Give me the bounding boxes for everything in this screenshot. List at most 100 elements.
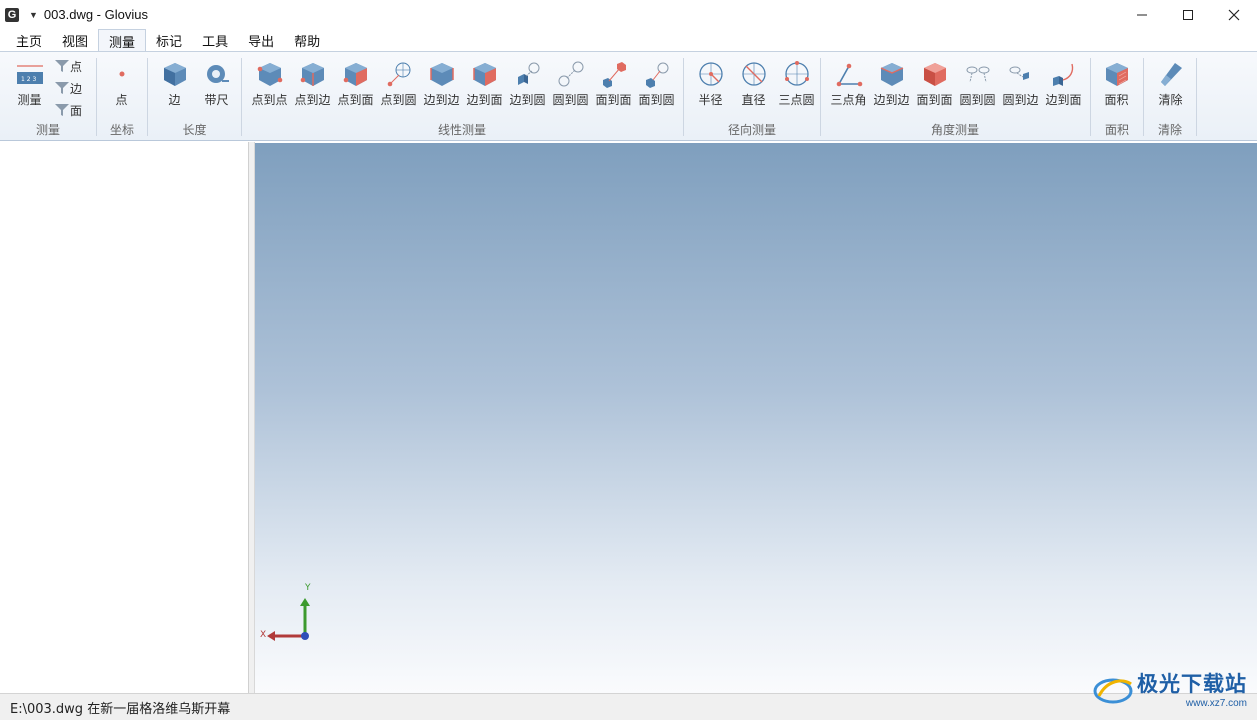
cube-icon	[880, 63, 903, 86]
model-tree-panel[interactable]	[0, 142, 249, 693]
point-to-edge-button[interactable]: 点到边	[291, 58, 334, 114]
close-button[interactable]	[1211, 0, 1257, 29]
maximize-button[interactable]	[1165, 0, 1211, 29]
angle-edge-to-edge-button[interactable]: 边到边	[870, 58, 913, 114]
axis-x-label: X	[260, 630, 266, 640]
diameter-button[interactable]: 直径	[732, 58, 775, 114]
tab-markup[interactable]: 标记	[146, 29, 192, 51]
group-label: 测量	[35, 123, 60, 137]
point-circle-icon	[387, 62, 410, 87]
angle-edge-to-face-button[interactable]: 边到面	[1042, 58, 1085, 114]
tape-measure-button[interactable]: 带尺	[195, 58, 238, 114]
group-angle: 三点角 边到边 面到面 圆到圆 圆到边 边到面 角度测量	[821, 52, 1089, 141]
group-label: 面积	[1104, 123, 1129, 137]
tape-measure-icon	[206, 65, 229, 83]
tab-help[interactable]: 帮助	[284, 29, 330, 51]
point-to-point-button[interactable]: 点到点	[248, 58, 291, 114]
watermark-title: 极光下载站	[1137, 672, 1247, 696]
tab-view[interactable]: 视图	[52, 29, 98, 51]
face-circle-icon	[645, 62, 668, 88]
three-point-circle-button[interactable]: 三点圆	[775, 58, 818, 114]
clear-button[interactable]: 清除	[1149, 58, 1192, 114]
ruler-icon: 1 2 3	[16, 65, 43, 84]
cube-icon	[163, 63, 186, 86]
filter-icon	[55, 82, 69, 94]
group-clear: 清除 清除	[1144, 52, 1196, 141]
group-label: 长度	[182, 123, 207, 137]
eraser-icon	[1160, 63, 1182, 86]
radius-icon	[698, 62, 723, 86]
cube-icon	[429, 63, 454, 86]
circle-edge-icon	[1009, 66, 1029, 80]
diameter-icon	[741, 62, 766, 86]
three-point-angle-button[interactable]: 三点角	[827, 58, 870, 114]
edge-face-icon	[1052, 63, 1073, 86]
angle-circle-to-edge-button[interactable]: 圆到边	[999, 58, 1042, 114]
circle-to-circle-button[interactable]: 圆到圆	[549, 58, 592, 114]
group-label: 径向测量	[727, 123, 776, 137]
group-label: 坐标	[109, 123, 134, 137]
length-edge-button[interactable]: 边	[153, 58, 196, 114]
circle-circle-icon	[966, 66, 989, 83]
filter-icon	[55, 104, 69, 116]
point-to-circle-button[interactable]: 点到圆	[377, 58, 420, 114]
maximize-icon	[1183, 9, 1193, 20]
cube-icon	[300, 63, 324, 86]
group-linear: 点到点 点到边 点到面 点到圆 边到边 边到面 边到圆 圆到圆 面到面 面到圆 …	[242, 52, 682, 141]
tab-measure[interactable]: 测量	[98, 29, 147, 52]
ribbon: 1 2 3 测量 点 边 面 测量 点 坐标 边 带尺 长度 点到点 点到边 点…	[0, 51, 1257, 141]
tab-tools[interactable]: 工具	[192, 29, 238, 51]
cube-icon	[343, 63, 367, 86]
menu-bar: 主页 视图 测量 标记 工具 导出 帮助	[0, 29, 1257, 52]
group-label: 角度测量	[930, 123, 979, 137]
face-to-circle-button[interactable]: 面到圆	[635, 58, 678, 114]
edge-to-circle-button[interactable]: 边到圆	[506, 58, 549, 114]
coord-point-button[interactable]: 点	[100, 58, 143, 114]
angle-circle-to-circle-button[interactable]: 圆到圆	[956, 58, 999, 114]
area-icon	[1105, 63, 1128, 86]
close-icon	[1228, 9, 1240, 20]
cube-icon	[257, 63, 282, 86]
filter-point[interactable]: 点	[54, 56, 82, 76]
radius-button[interactable]: 半径	[689, 58, 732, 114]
svg-text:1 2 3: 1 2 3	[21, 76, 36, 83]
filter-icon	[55, 60, 69, 72]
window-title: 003.dwg - Glovius	[43, 7, 148, 22]
group-label: 线性测量	[437, 123, 486, 137]
watermark-url: www.xz7.com	[1185, 698, 1247, 709]
minimize-button[interactable]	[1119, 0, 1165, 29]
axis-triad: Y X	[260, 583, 311, 641]
app-icon[interactable]: G	[5, 7, 19, 22]
circle-circle-icon	[558, 61, 583, 87]
angle-face-to-face-button[interactable]: 面到面	[913, 58, 956, 114]
point-to-face-button[interactable]: 点到面	[334, 58, 377, 114]
edge-to-edge-button[interactable]: 边到边	[420, 58, 463, 114]
measure-button[interactable]: 1 2 3 测量	[8, 58, 51, 114]
angle-icon	[836, 63, 862, 87]
filter-edge[interactable]: 边	[54, 78, 82, 98]
tab-home[interactable]: 主页	[6, 29, 52, 51]
cube-icon	[923, 63, 946, 86]
three-point-circle-icon	[784, 61, 809, 86]
group-coord: 点 坐标	[97, 52, 147, 141]
point-icon	[119, 71, 124, 77]
3d-viewport[interactable]: Y X	[255, 143, 1257, 693]
face-to-face-button[interactable]: 面到面	[592, 58, 635, 114]
minimize-icon	[1137, 14, 1147, 15]
group-measure: 1 2 3 测量 点 边 面 测量	[0, 52, 96, 141]
cube-icon	[472, 63, 496, 86]
title-bar: G ▼ 003.dwg - Glovius	[0, 0, 1257, 29]
axis-y-label: Y	[304, 583, 311, 593]
quick-access-dropdown-icon[interactable]: ▼	[29, 10, 38, 20]
group-area: 面积 面积	[1091, 52, 1143, 141]
filter-face[interactable]: 面	[54, 100, 82, 120]
watermark-logo-icon	[1093, 678, 1133, 703]
watermark: 极光下载站 www.xz7.com	[1093, 668, 1247, 709]
area-button[interactable]: 面积	[1095, 58, 1138, 114]
edge-circle-icon	[517, 62, 539, 85]
tab-export[interactable]: 导出	[238, 29, 284, 51]
status-text: E:\003.dwg 在新一届格洛维乌斯开幕	[10, 701, 231, 717]
face-face-icon	[602, 62, 626, 88]
status-bar: E:\003.dwg 在新一届格洛维乌斯开幕	[0, 693, 1257, 720]
edge-to-face-button[interactable]: 边到面	[463, 58, 506, 114]
